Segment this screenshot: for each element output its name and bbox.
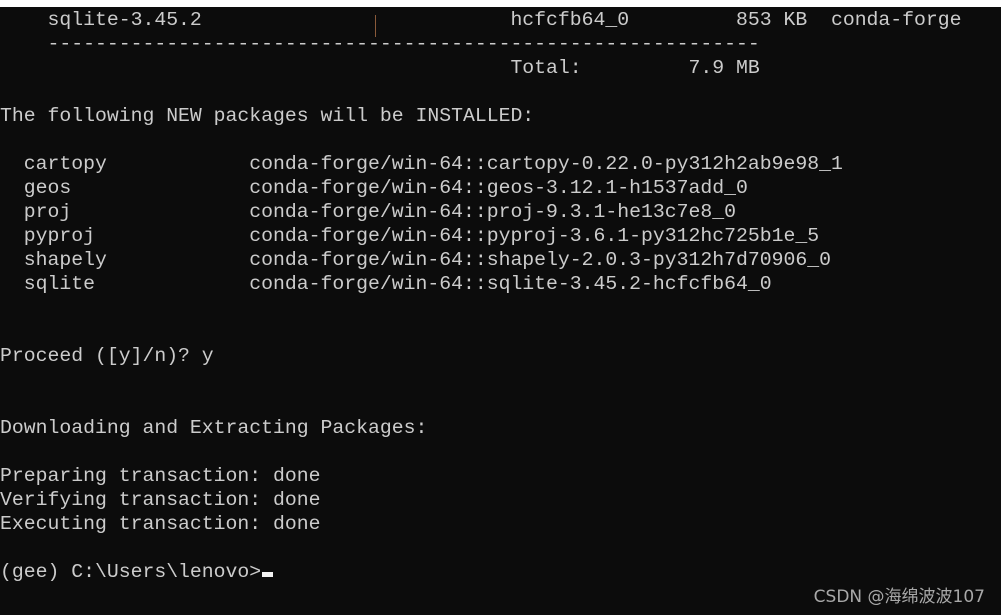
terminal-line: cartopy conda-forge/win-64::cartopy-0.22… xyxy=(0,152,843,176)
line-text: sqlite conda-forge/win-64::sqlite-3.45.2… xyxy=(0,273,772,295)
terminal-line: pyproj conda-forge/win-64::pyproj-3.6.1-… xyxy=(0,224,819,248)
terminal-line: Proceed ([y]/n)? y xyxy=(0,344,214,368)
terminal-line: The following NEW packages will be INSTA… xyxy=(0,104,534,128)
terminal-line: Preparing transaction: done xyxy=(0,464,321,488)
line-text: cartopy conda-forge/win-64::cartopy-0.22… xyxy=(0,153,843,175)
line-text: Proceed ([y]/n)? y xyxy=(0,345,214,367)
terminal-line: geos conda-forge/win-64::geos-3.12.1-h15… xyxy=(0,176,748,200)
terminal-window[interactable]: sqlite-3.45.2 hcfcfb64_0 853 KB conda-fo… xyxy=(0,7,1001,615)
line-text: Downloading and Extracting Packages: xyxy=(0,417,428,439)
line-text: Preparing transaction: done xyxy=(0,465,321,487)
line-text: sqlite-3.45.2 hcfcfb64_0 853 KB conda-fo… xyxy=(0,9,962,31)
line-text: Executing transaction: done xyxy=(0,513,321,535)
terminal-line: Total: 7.9 MB xyxy=(0,56,760,80)
terminal-line: sqlite conda-forge/win-64::sqlite-3.45.2… xyxy=(0,272,772,296)
terminal-line: proj conda-forge/win-64::proj-9.3.1-he13… xyxy=(0,200,736,224)
line-text: ----------------------------------------… xyxy=(0,33,760,55)
line-text: pyproj conda-forge/win-64::pyproj-3.6.1-… xyxy=(0,225,820,247)
terminal-line: shapely conda-forge/win-64::shapely-2.0.… xyxy=(0,248,831,272)
terminal-line: ----------------------------------------… xyxy=(0,32,760,56)
line-text: shapely conda-forge/win-64::shapely-2.0.… xyxy=(0,249,831,271)
line-text: Verifying transaction: done xyxy=(0,489,321,511)
terminal-line: Executing transaction: done xyxy=(0,512,321,536)
line-text: geos conda-forge/win-64::geos-3.12.1-h15… xyxy=(0,177,748,199)
line-text: proj conda-forge/win-64::proj-9.3.1-he13… xyxy=(0,201,736,223)
line-text: The following NEW packages will be INSTA… xyxy=(0,105,535,127)
terminal-line: Downloading and Extracting Packages: xyxy=(0,416,427,440)
line-text: (gee) C:\Users\lenovo> xyxy=(0,561,262,583)
line-text: Total: 7.9 MB xyxy=(0,57,760,79)
terminal-line: Verifying transaction: done xyxy=(0,488,321,512)
text-cursor xyxy=(262,572,274,577)
watermark: CSDN @海绵波波107 xyxy=(813,587,985,607)
terminal-line: sqlite-3.45.2 hcfcfb64_0 853 KB conda-fo… xyxy=(0,8,962,32)
command-prompt[interactable]: (gee) C:\Users\lenovo> xyxy=(0,560,274,584)
